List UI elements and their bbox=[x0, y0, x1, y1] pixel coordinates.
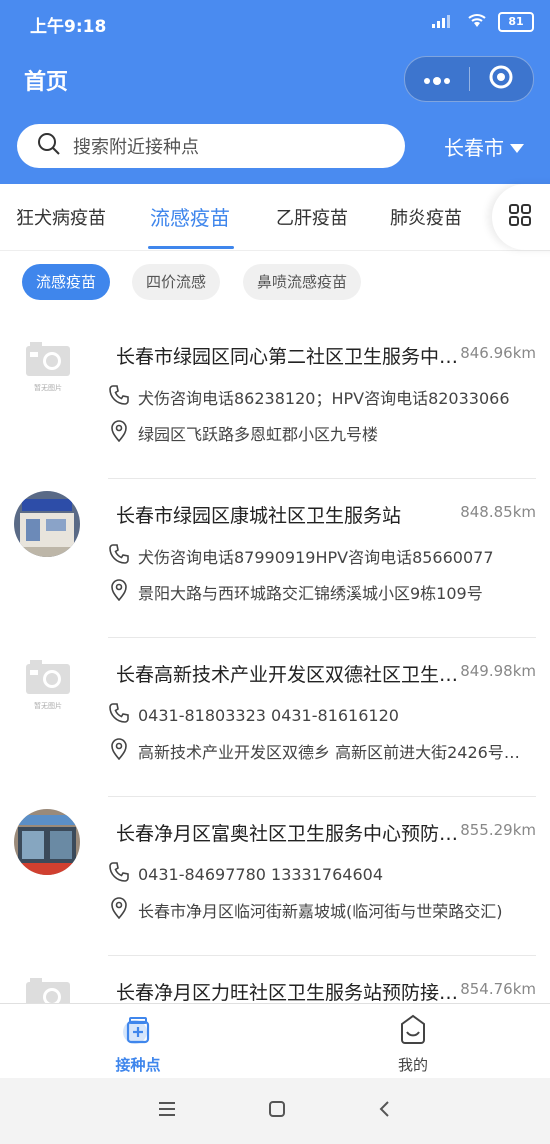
site-distance: 849.98km bbox=[460, 662, 536, 680]
location-pin-icon bbox=[108, 738, 130, 764]
signal-icon bbox=[432, 13, 456, 32]
site-phone: 犬伤咨询电话86238120；HPV咨询电话82033066 bbox=[108, 384, 528, 410]
site-address: 景阳大路与西环城路交汇锦绣溪城小区9栋109号 bbox=[108, 579, 528, 605]
nav-profile-label: 我的 bbox=[397, 1056, 428, 1074]
wifi-icon bbox=[466, 12, 488, 32]
target-icon bbox=[488, 64, 514, 94]
site-name: 长春净月区力旺社区卫生服务站预防接种门诊 bbox=[116, 982, 462, 1004]
search-input[interactable]: 搜索附近接种点 bbox=[17, 124, 405, 168]
site-phone-text: 0431-84697780 13331764604 bbox=[138, 864, 383, 884]
site-phone: 犬伤咨询电话87990919HPV咨询电话85660077 bbox=[108, 543, 528, 569]
tab-hepatitis-b[interactable]: 乙肝疫苗 bbox=[276, 204, 348, 230]
phone-icon bbox=[108, 543, 130, 569]
tab-pneumonia[interactable]: 肺炎疫苗 bbox=[390, 204, 462, 230]
vaccine-tabs: 狂犬病疫苗 流感疫苗 乙肝疫苗 肺炎疫苗 bbox=[0, 184, 550, 251]
list-item[interactable]: 暂无图片 长春市绿园区同心第二社区卫生服务中心预防接种门诊 846.96km 犬… bbox=[0, 320, 550, 479]
bottom-nav: 接种点 我的 bbox=[0, 1003, 550, 1078]
active-tab-indicator bbox=[148, 246, 234, 249]
chip-quadrivalent-flu[interactable]: 四价流感 bbox=[132, 264, 221, 300]
site-address: 长春市净月区临河街新嘉坡城(临河街与世荣路交汇) bbox=[108, 897, 528, 923]
site-distance: 855.29km bbox=[460, 821, 536, 839]
site-address-text: 长春市净月区临河街新嘉坡城(临河街与世荣路交汇) bbox=[138, 902, 503, 921]
nav-vaccination-sites[interactable]: 接种点 bbox=[88, 1012, 188, 1075]
mini-program-capsule bbox=[404, 56, 534, 102]
placeholder-text: 暂无图片 bbox=[34, 701, 62, 710]
site-name: 长春市绿园区同心第二社区卫生服务中心预防接种门诊 bbox=[116, 346, 462, 368]
all-categories-button[interactable] bbox=[492, 184, 550, 250]
site-name: 长春市绿园区康城社区卫生服务站 bbox=[116, 505, 402, 527]
site-address-text: 绿园区飞跃路多恩虹郡小区九号楼 bbox=[138, 425, 379, 444]
menu-icon[interactable] bbox=[157, 1101, 177, 1121]
city-selector[interactable]: 长春市 bbox=[444, 132, 524, 161]
site-phone: 0431-84697780 13331764604 bbox=[108, 861, 528, 887]
site-distance: 846.96km bbox=[460, 344, 536, 362]
placeholder-image: 暂无图片 bbox=[14, 650, 80, 716]
battery-indicator: 81 bbox=[498, 12, 534, 32]
location-pin-icon bbox=[108, 579, 130, 605]
search-row: 搜索附近接种点 长春市 bbox=[0, 124, 550, 170]
site-name: 长春高新技术产业开发区双德社区卫生服务中心 bbox=[116, 664, 462, 686]
medical-kit-icon bbox=[121, 1017, 155, 1050]
tab-flu[interactable]: 流感疫苗 bbox=[150, 202, 230, 231]
status-bar: 上午9:18 81 bbox=[0, 0, 550, 46]
grid-icon bbox=[508, 203, 532, 231]
search-icon bbox=[37, 132, 61, 160]
nav-profile[interactable]: 我的 bbox=[363, 1012, 463, 1075]
site-phone: 0431-81803323 0431-81616120 bbox=[108, 702, 528, 728]
chip-nasal-spray-flu[interactable]: 鼻喷流感疫苗 bbox=[243, 264, 362, 300]
site-photo bbox=[14, 491, 80, 557]
site-address-text: 景阳大路与西环城路交汇锦绣溪城小区9栋109号 bbox=[138, 584, 483, 603]
list-item[interactable]: 暂无图片 长春高新技术产业开发区双德社区卫生服务中心 849.98km 0431… bbox=[0, 638, 550, 797]
site-phone-text: 犬伤咨询电话86238120；HPV咨询电话82033066 bbox=[138, 389, 510, 408]
site-phone-text: 犬伤咨询电话87990919HPV咨询电话85660077 bbox=[138, 548, 494, 567]
phone-icon bbox=[108, 702, 130, 728]
location-pin-icon bbox=[108, 420, 130, 446]
system-nav-bar bbox=[0, 1078, 550, 1144]
caret-down-icon bbox=[510, 135, 524, 159]
close-mini-program-button[interactable] bbox=[470, 57, 534, 101]
more-button[interactable] bbox=[405, 57, 469, 101]
site-address: 高新技术产业开发区双德乡 高新区前进大街2426号双德社区 bbox=[108, 738, 528, 764]
phone-icon bbox=[108, 861, 130, 887]
page-title: 首页 bbox=[24, 70, 69, 95]
city-label: 长春市 bbox=[444, 136, 504, 160]
subcategory-chips: 流感疫苗 四价流感 鼻喷流感疫苗 bbox=[0, 264, 550, 304]
list-item[interactable]: 长春市绿园区康城社区卫生服务站 848.85km 犬伤咨询电话87990919H… bbox=[0, 479, 550, 638]
back-icon[interactable] bbox=[377, 1099, 393, 1123]
location-pin-icon bbox=[108, 897, 130, 923]
tab-rabies[interactable]: 狂犬病疫苗 bbox=[16, 204, 106, 230]
more-dots-icon bbox=[422, 70, 452, 89]
site-phone-text: 0431-81803323 0431-81616120 bbox=[138, 705, 399, 725]
list-item[interactable]: 长春净月区富奥社区卫生服务中心预防接种门诊 855.29km 0431-8469… bbox=[0, 797, 550, 956]
site-distance: 854.76km bbox=[460, 980, 536, 998]
phone-icon bbox=[108, 384, 130, 410]
site-name: 长春净月区富奥社区卫生服务中心预防接种门诊 bbox=[116, 823, 462, 845]
profile-face-icon bbox=[396, 1014, 430, 1050]
site-photo bbox=[14, 809, 80, 875]
site-address: 绿园区飞跃路多恩虹郡小区九号楼 bbox=[108, 420, 528, 446]
chip-flu-vaccine[interactable]: 流感疫苗 bbox=[22, 264, 111, 300]
placeholder-image: 暂无图片 bbox=[14, 332, 80, 398]
home-icon[interactable] bbox=[267, 1099, 287, 1123]
status-time: 上午9:18 bbox=[30, 17, 107, 37]
site-distance: 848.85km bbox=[460, 503, 536, 521]
placeholder-text: 暂无图片 bbox=[34, 383, 62, 392]
title-bar: 首页 bbox=[0, 52, 550, 104]
site-address-text: 高新技术产业开发区双德乡 高新区前进大街2426号双德社区 bbox=[138, 743, 528, 762]
status-icons: 81 bbox=[432, 12, 534, 32]
search-placeholder: 搜索附近接种点 bbox=[73, 137, 199, 158]
nav-vaccination-sites-label: 接种点 bbox=[115, 1056, 161, 1074]
